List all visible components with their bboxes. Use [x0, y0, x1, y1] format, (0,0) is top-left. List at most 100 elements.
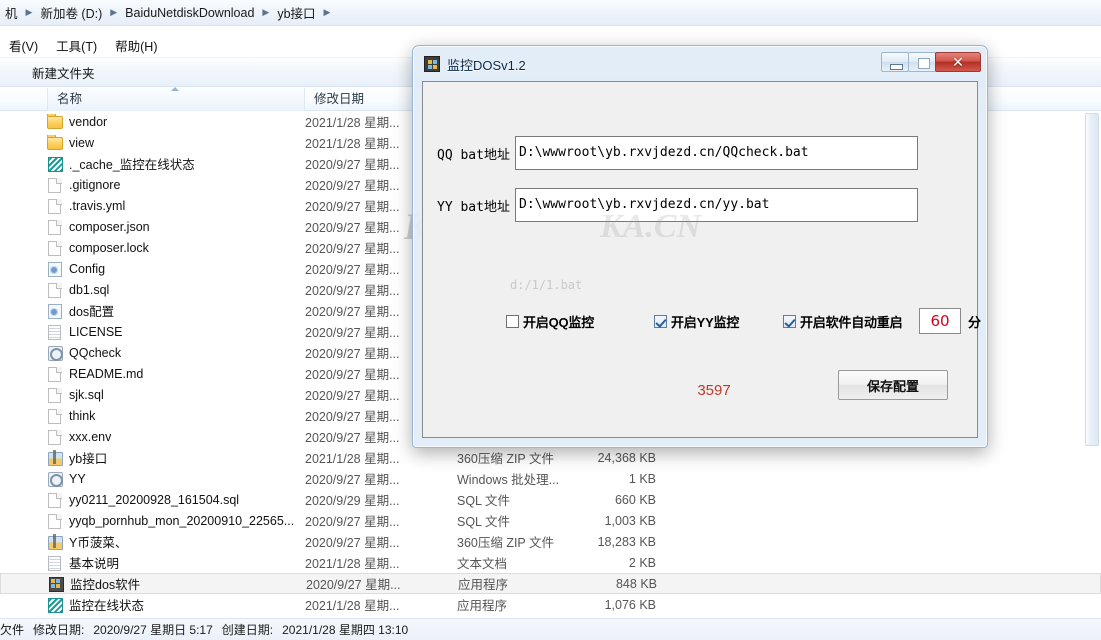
document-icon	[47, 408, 63, 424]
document-icon-glyph	[48, 177, 61, 193]
file-size-cell: 660 KB	[614, 492, 656, 507]
file-name-label: QQcheck	[69, 345, 122, 360]
table-row[interactable]: 基本说明 2021/1/28 星期... 文本文档 2 KB	[0, 552, 1101, 573]
eprogram-icon	[47, 156, 63, 172]
breadcrumb-item-1[interactable]: 新加卷 (D:)	[37, 2, 105, 23]
checkbox-enable-yy-monitor-label: 开启YY监控	[671, 315, 740, 330]
file-name-cell: yb接口	[0, 448, 305, 467]
document-icon	[47, 492, 63, 508]
config-icon-glyph	[48, 261, 62, 277]
menu-item-tools[interactable]: 工具(T)	[47, 34, 106, 57]
file-name-label: 基本说明	[69, 557, 120, 571]
file-size-cell: 848 KB	[615, 576, 657, 591]
document-icon	[47, 387, 63, 403]
menu-item-view[interactable]: 看(V)	[0, 34, 47, 57]
status-item-kind: 欠件	[0, 623, 25, 637]
file-type-cell: SQL 文件	[457, 494, 511, 508]
document-icon	[47, 366, 63, 382]
qq-bat-field-row: QQ bat地址 D:\wwwroot\yb.rxvjdezd.cn/QQche…	[437, 136, 918, 170]
breadcrumb-item-3[interactable]: yb接口	[274, 2, 318, 23]
table-row[interactable]: YY 2020/9/27 星期... Windows 批处理... 1 KB	[0, 468, 1101, 489]
file-name-label: dos配置	[69, 305, 115, 319]
checkbox-enable-yy-monitor[interactable]: 开启YY监控	[654, 312, 739, 331]
file-date-cell: 2021/1/28 星期...	[305, 599, 400, 613]
table-row[interactable]: yy0211_20200928_161504.sql 2020/9/29 星期..…	[0, 489, 1101, 510]
file-size-cell: 1,003 KB	[604, 513, 656, 528]
textfile-icon	[47, 324, 63, 340]
folder-icon	[47, 114, 63, 130]
menu-item-help[interactable]: 帮助(H)	[106, 34, 166, 57]
file-name-label: yb接口	[69, 452, 108, 466]
file-size-cell: 2 KB	[628, 555, 656, 570]
folder-icon	[47, 135, 63, 151]
file-name-cell: think	[0, 408, 305, 424]
file-list-scrollbar[interactable]	[1085, 113, 1099, 446]
file-name-cell: xxx.env	[0, 429, 305, 445]
batchfile-icon	[47, 345, 63, 361]
file-name-label: view	[69, 135, 95, 150]
table-row[interactable]: 监控dos软件 2020/9/27 星期... 应用程序 848 KB	[0, 573, 1101, 594]
file-type-cell: 应用程序	[457, 599, 508, 613]
file-date-cell: 2020/9/27 星期...	[305, 515, 400, 529]
close-button[interactable]: ✕	[935, 52, 981, 72]
document-icon-glyph	[48, 366, 61, 382]
dialog-title: 监控DOSv1.2	[447, 57, 526, 73]
scrollbar-thumb[interactable]	[1085, 113, 1099, 446]
eprogram-icon-glyph	[48, 597, 63, 613]
document-icon-glyph	[48, 387, 61, 403]
table-row[interactable]: 监控在线状态 2021/1/28 星期... 应用程序 1,076 KB	[0, 594, 1101, 615]
file-name-label: 监控dos软件	[70, 578, 141, 592]
breadcrumb-item-0[interactable]: 机	[2, 2, 21, 23]
file-name-cell: 监控在线状态	[0, 595, 305, 614]
document-icon-glyph	[48, 198, 61, 214]
qq-bat-input[interactable]: D:\wwwroot\yb.rxvjdezd.cn/QQcheck.bat	[515, 136, 918, 170]
chevron-right-icon: ▶	[323, 7, 331, 17]
file-name-label: Config	[69, 261, 106, 276]
checkbox-box-icon	[506, 315, 519, 328]
zip-icon	[47, 534, 63, 550]
file-type-cell: 360压缩 ZIP 文件	[457, 536, 555, 550]
chevron-right-icon: ▶	[25, 7, 33, 17]
save-config-button[interactable]: 保存配置	[838, 370, 948, 400]
file-name-label: Y币菠菜、	[69, 536, 128, 550]
document-icon	[47, 429, 63, 445]
file-name-label: .gitignore	[69, 177, 121, 192]
checkbox-box-icon	[654, 315, 667, 328]
table-row[interactable]: yyqb_pornhub_mon_20200910_22565... 2020/9…	[0, 510, 1101, 531]
document-icon-glyph	[48, 492, 61, 508]
document-icon-glyph	[48, 429, 61, 445]
path-format-hint: d:/1/1.bat	[510, 278, 583, 292]
file-name-cell: Config	[0, 261, 305, 277]
window-controls: ✕	[881, 52, 981, 72]
monitor-dos-dialog[interactable]: 监控DOSv1.2 ✕ QQ bat地址 D:\wwwroot\yb.rxvjd…	[412, 45, 988, 448]
status-modified-label: 修改日期:	[33, 623, 85, 637]
file-name-cell: .travis.yml	[0, 198, 305, 214]
column-header-name-label: 名称	[57, 91, 83, 106]
file-name-label: LICENSE	[69, 324, 123, 339]
file-name-cell: sjk.sql	[0, 387, 305, 403]
table-row[interactable]: Y币菠菜、 2020/9/27 星期... 360压缩 ZIP 文件 18,283 K…	[0, 531, 1101, 552]
config-icon-glyph	[48, 303, 62, 319]
restart-minutes-input[interactable]: 60	[919, 308, 961, 334]
file-name-label: README.md	[69, 366, 144, 381]
file-name-cell: QQcheck	[0, 345, 305, 361]
zip-icon-glyph	[48, 535, 63, 550]
breadcrumb-item-2[interactable]: BaiduNetdiskDownload	[122, 5, 257, 21]
maximize-button[interactable]	[908, 52, 936, 72]
minimize-button[interactable]	[881, 52, 909, 72]
breadcrumb[interactable]: 机 ▶ 新加卷 (D:) ▶ BaiduNetdiskDownload ▶ yb…	[0, 0, 1101, 26]
checkbox-enable-qq-monitor[interactable]: 开启QQ监控	[506, 312, 594, 331]
checkbox-box-icon	[783, 315, 796, 328]
new-folder-button[interactable]: 新建文件夹	[22, 60, 105, 85]
column-header-name[interactable]: 名称	[47, 86, 305, 111]
yy-bat-input[interactable]: D:\wwwroot\yb.rxvjdezd.cn/yy.bat	[515, 188, 918, 222]
file-name-label: vendor	[69, 114, 108, 129]
qq-bat-label: QQ bat地址	[437, 147, 510, 163]
folder-icon-glyph	[47, 136, 63, 150]
folder-icon-glyph	[47, 115, 63, 129]
file-type-cell: SQL 文件	[457, 515, 511, 529]
checkbox-enable-auto-restart[interactable]: 开启软件自动重启	[783, 312, 903, 331]
batchfile-icon-glyph	[48, 471, 63, 487]
table-row[interactable]: yb接口 2021/1/28 星期... 360压缩 ZIP 文件 24,368 KB	[0, 447, 1101, 468]
dialog-title-bar[interactable]: 监控DOSv1.2 ✕	[418, 51, 982, 77]
